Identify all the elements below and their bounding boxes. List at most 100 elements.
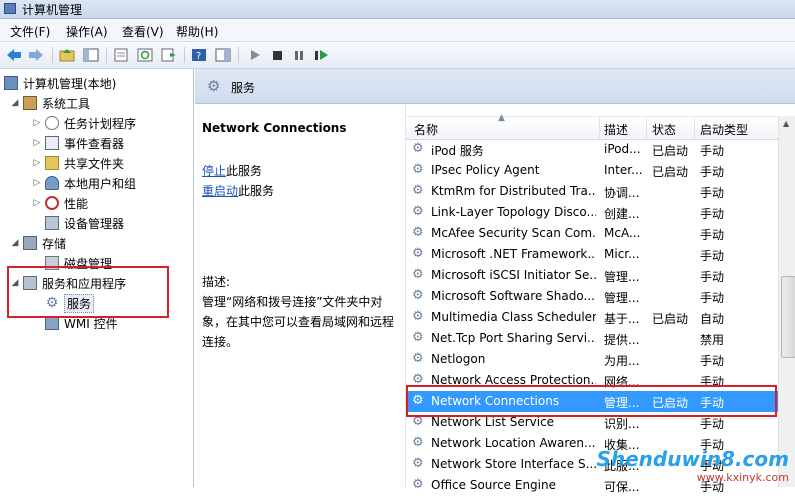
watermark-sub: www.kxinyk.com — [696, 471, 789, 484]
users-icon — [45, 176, 59, 190]
service-row[interactable]: ⚙ IPsec Policy Agent Inter... 已启动 手动 — [406, 160, 778, 181]
column-startup-type[interactable]: 启动类型 — [700, 121, 748, 138]
service-row[interactable]: ⚙ iPod 服务 iPod... 已启动 手动 — [406, 139, 778, 160]
column-name[interactable]: 名称 — [414, 121, 438, 138]
expand-arrow-icon[interactable]: ▷ — [32, 198, 42, 208]
service-row[interactable]: ⚙ Microsoft iSCSI Initiator Se... 管理... 手动 — [406, 265, 778, 286]
service-desc-cell: iPod... — [604, 142, 641, 156]
restart-service-icon[interactable] — [312, 46, 330, 64]
tree-item-system-tools[interactable]: ◢ 系统工具 — [10, 93, 90, 113]
service-name-cell: Net.Tcp Port Sharing Servi... — [431, 331, 596, 345]
collapse-arrow-icon[interactable]: ◢ — [10, 98, 20, 108]
gear-icon: ⚙ — [207, 77, 221, 95]
service-desc-cell: 协调... — [604, 186, 640, 200]
service-desc-cell: 为用... — [604, 354, 640, 368]
service-row[interactable]: ⚙ Multimedia Class Scheduler 基于... 已启动 自动 — [406, 307, 778, 328]
service-name-cell: Network Store Interface S... — [431, 457, 596, 471]
properties-icon[interactable] — [112, 46, 130, 64]
service-name-cell: Microsoft iSCSI Initiator Se... — [431, 268, 596, 282]
up-folder-icon[interactable] — [58, 46, 76, 64]
services-panel: ⚙ 服务 Network Connections 停止此服务 重启动此服务 描述… — [195, 69, 795, 494]
services-title: 服务 — [231, 81, 256, 95]
menu-help[interactable]: 帮助(H) — [176, 23, 218, 40]
refresh-icon[interactable] — [136, 46, 154, 64]
pause-service-icon[interactable] — [290, 46, 308, 64]
service-startup-cell: 手动 — [700, 249, 725, 263]
service-startup-cell: 手动 — [700, 144, 725, 158]
tree-item-storage[interactable]: ◢ 存储 — [10, 233, 66, 253]
column-description[interactable]: 描述 — [604, 121, 628, 138]
start-service-icon[interactable] — [246, 46, 264, 64]
service-desc-cell: McA... — [604, 226, 641, 240]
export-list-icon[interactable] — [160, 46, 178, 64]
tree-item-task-scheduler[interactable]: ▷ 任务计划程序 — [32, 113, 136, 133]
watermark: Shenduwin8.com www.kxinyk.com — [596, 447, 789, 484]
highlight-box-services — [7, 266, 169, 318]
service-gear-icon: ⚙ — [412, 183, 424, 198]
tree-item-device-manager[interactable]: 设备管理器 — [32, 213, 124, 233]
scroll-up-icon[interactable]: ▲ — [783, 119, 789, 128]
menu-view[interactable]: 查看(V) — [122, 23, 164, 40]
stop-service-icon[interactable] — [268, 46, 286, 64]
service-name-cell: Microsoft .NET Framework... — [431, 247, 596, 261]
service-name-cell: IPsec Policy Agent — [431, 163, 540, 177]
service-gear-icon: ⚙ — [412, 456, 424, 471]
service-name-cell: Office Source Engine — [431, 478, 556, 492]
highlight-box-network-connections — [406, 385, 777, 417]
back-arrow-icon[interactable] — [5, 46, 23, 64]
services-list: ▲ 名称 描述 状态 启动类型 ⚙ iPod 服务 iPod... 已启动 手动 ⚙ IPs… — [405, 104, 795, 494]
column-status[interactable]: 状态 — [652, 121, 676, 138]
service-gear-icon: ⚙ — [412, 414, 424, 429]
tree-item-performance[interactable]: ▷ 性能 — [32, 193, 88, 213]
service-startup-cell: 手动 — [700, 228, 725, 242]
service-status-cell: 已启动 — [652, 165, 689, 179]
description-text: 管理“网络和拨号连接”文件夹中对象，在其中您可以查看局域网和远程连接。 — [202, 295, 395, 349]
scrollbar-thumb[interactable] — [781, 276, 795, 358]
show-hide-tree-icon[interactable] — [82, 46, 100, 64]
expand-arrow-icon[interactable]: ▷ — [32, 118, 42, 128]
service-row[interactable]: ⚙ Microsoft Software Shado... 管理... 手动 — [406, 286, 778, 307]
service-name-cell: KtmRm for Distributed Tra... — [431, 184, 596, 198]
help-icon[interactable]: ? — [190, 46, 208, 64]
window-title: 计算机管理 — [22, 3, 83, 17]
menu-action[interactable]: 操作(A) — [66, 23, 108, 40]
service-row[interactable]: ⚙ KtmRm for Distributed Tra... 协调... 手动 — [406, 181, 778, 202]
service-startup-cell: 禁用 — [700, 333, 725, 347]
tree-item-computer-management[interactable]: 计算机管理(本地) — [4, 73, 116, 93]
service-gear-icon: ⚙ — [412, 204, 424, 219]
service-desc-cell: 识别... — [604, 417, 640, 431]
stop-service-link[interactable]: 停止 — [202, 164, 226, 178]
vertical-scrollbar[interactable]: ▲ — [778, 116, 795, 487]
service-startup-cell: 手动 — [700, 354, 725, 368]
expand-arrow-icon[interactable]: ▷ — [32, 138, 42, 148]
service-startup-cell: 手动 — [700, 270, 725, 284]
stop-service-line: 停止此服务 — [202, 164, 263, 178]
service-desc-cell: Micr... — [604, 247, 640, 261]
collapse-arrow-icon[interactable]: ◢ — [10, 238, 20, 248]
sort-ascending-icon: ▲ — [498, 113, 505, 123]
service-desc-cell: 创建... — [604, 207, 640, 221]
service-row[interactable]: ⚙ Microsoft .NET Framework... Micr... 手动 — [406, 244, 778, 265]
event-viewer-icon — [45, 136, 59, 150]
service-desc-cell: Inter... — [604, 163, 643, 177]
service-name-cell: iPod 服务 — [431, 144, 484, 158]
restart-service-link[interactable]: 重启动 — [202, 184, 238, 198]
expand-arrow-icon[interactable]: ▷ — [32, 158, 42, 168]
forward-arrow-icon[interactable] — [27, 46, 45, 64]
service-gear-icon: ⚙ — [412, 162, 424, 177]
service-row[interactable]: ⚙ Link-Layer Topology Disco... 创建... 手动 — [406, 202, 778, 223]
wmi-icon — [45, 316, 59, 330]
service-gear-icon: ⚙ — [412, 351, 424, 366]
service-row[interactable]: ⚙ Net.Tcp Port Sharing Servi... 提供... 禁用 — [406, 328, 778, 349]
menu-file[interactable]: 文件(F) — [10, 23, 50, 40]
expand-arrow-icon[interactable]: ▷ — [32, 178, 42, 188]
service-row[interactable]: ⚙ Netlogon 为用... 手动 — [406, 349, 778, 370]
service-row[interactable]: ⚙ McAfee Security Scan Com... McA... 手动 — [406, 223, 778, 244]
computer-management-icon — [4, 3, 16, 14]
service-startup-cell: 手动 — [700, 417, 725, 431]
service-gear-icon: ⚙ — [412, 288, 424, 303]
tree-item-event-viewer[interactable]: ▷ 事件查看器 — [32, 133, 124, 153]
tree-item-shared-folders[interactable]: ▷ 共享文件夹 — [32, 153, 124, 173]
action-pane-icon[interactable] — [214, 46, 232, 64]
tree-item-local-users-groups[interactable]: ▷ 本地用户和组 — [32, 173, 136, 193]
